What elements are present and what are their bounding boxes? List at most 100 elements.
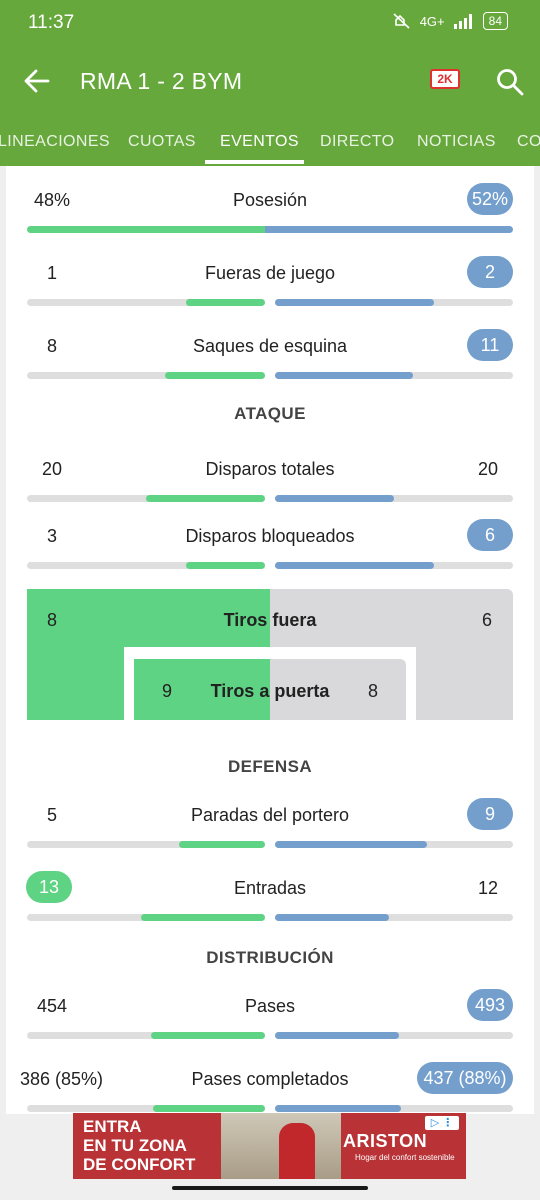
away-value: 20 xyxy=(477,459,499,479)
home-value: 386 (85%) xyxy=(20,1069,104,1089)
off-target-home-value: 8 xyxy=(47,610,58,630)
tab-directo[interactable]: DIRECTO xyxy=(320,133,395,151)
away-bar xyxy=(275,841,428,848)
toolbar: RMA 1 - 2 BYM 2K xyxy=(0,50,540,112)
away-value: 2 xyxy=(467,256,513,288)
away-value: 11 xyxy=(467,329,513,361)
stat-row-completed-passes: 386 (85%) Pases completados 437 (88%) xyxy=(6,1049,534,1113)
stat-label: Fueras de juego xyxy=(204,263,336,283)
stat-row-tackles: 13 Entradas 12 xyxy=(6,858,534,922)
away-track xyxy=(275,914,513,921)
away-track xyxy=(275,841,513,848)
ad-headline-line-2: EN TU ZONA xyxy=(83,1136,187,1155)
away-value: 9 xyxy=(467,798,513,830)
home-track xyxy=(27,495,265,502)
stat-row-corners: 8 Saques de esquina 11 xyxy=(6,316,534,380)
home-value: 5 xyxy=(46,805,57,825)
ad-banner[interactable]: ENTRA EN TU ZONA DE CONFORT ARISTON Hoga… xyxy=(73,1113,466,1179)
stat-row-possession: 48% Posesión 52% xyxy=(6,170,534,234)
on-target-label: Tiros a puerta xyxy=(210,681,330,701)
ad-photo xyxy=(221,1113,341,1179)
tab-noticias[interactable]: NOTICIAS xyxy=(417,133,496,151)
away-bar xyxy=(275,372,414,379)
home-bar xyxy=(153,1105,265,1112)
search-icon[interactable] xyxy=(494,66,526,98)
live-2k-badge: 2K xyxy=(430,69,460,89)
away-value: 12 xyxy=(477,878,499,898)
stat-label: Posesión xyxy=(232,190,308,210)
home-value: 20 xyxy=(41,459,63,479)
away-bar xyxy=(275,1105,402,1112)
away-track xyxy=(275,495,513,502)
stat-label: Pases completados xyxy=(191,1069,349,1089)
status-icons: 4G+ 84 xyxy=(392,12,508,30)
tab-lineaciones[interactable]: LINEACIONES xyxy=(0,133,110,151)
status-bar: 11:37 4G+ 84 xyxy=(0,0,540,46)
away-track xyxy=(275,1032,513,1039)
ad-headline-line-3: DE CONFORT xyxy=(83,1155,196,1174)
home-track xyxy=(27,914,265,921)
gesture-bar xyxy=(172,1186,368,1190)
app-header: 11:37 4G+ 84 RMA 1 - 2 BYM 2K LINEACIONE… xyxy=(0,0,540,166)
tab-indicator xyxy=(205,160,304,164)
away-value: 493 xyxy=(467,989,513,1021)
ad-tagline: Hogar del confort sostenible xyxy=(355,1153,455,1162)
ad-person-figure xyxy=(279,1123,315,1179)
home-value: 13 xyxy=(26,871,72,903)
home-bar xyxy=(179,841,265,848)
battery-icon: 84 xyxy=(482,12,508,30)
mute-icon xyxy=(393,13,410,29)
tab-more[interactable]: CO xyxy=(517,133,540,151)
status-time: 11:37 xyxy=(28,12,75,33)
home-bar xyxy=(27,226,265,233)
away-value: 52% xyxy=(467,183,513,215)
stat-label: Paradas del portero xyxy=(190,805,350,825)
away-track xyxy=(275,299,513,306)
home-value: 454 xyxy=(36,996,68,1016)
off-target-label: Tiros fuera xyxy=(223,610,317,630)
away-bar xyxy=(275,914,390,921)
home-track xyxy=(27,562,265,569)
stats-card: 48% Posesión 52% 1 Fueras de juego 2 8 S… xyxy=(6,166,534,1114)
home-bar xyxy=(141,914,265,921)
home-track xyxy=(27,1032,265,1039)
ad-choices-icon[interactable]: ▷ ⋮ xyxy=(425,1116,459,1130)
home-bar xyxy=(186,299,265,306)
back-arrow-icon[interactable] xyxy=(20,64,54,98)
away-value: 437 (88%) xyxy=(417,1062,513,1094)
home-track xyxy=(27,372,265,379)
stat-row-saves: 5 Paradas del portero 9 xyxy=(6,785,534,849)
home-bar xyxy=(150,1032,265,1039)
tab-cuotas[interactable]: CUOTAS xyxy=(128,133,196,151)
stat-label: Disparos totales xyxy=(205,459,335,479)
stat-label: Pases xyxy=(244,996,296,1016)
stat-row-total-shots: 20 Disparos totales 20 xyxy=(6,439,534,503)
stat-row-passes: 454 Pases 493 xyxy=(6,976,534,1040)
tab-eventos[interactable]: EVENTOS xyxy=(220,133,299,151)
away-track xyxy=(275,562,513,569)
away-bar xyxy=(265,226,513,233)
away-bar xyxy=(275,299,435,306)
away-bar xyxy=(275,1032,399,1039)
section-title-defense: DEFENSA xyxy=(227,757,313,776)
ad-brand: ARISTON xyxy=(343,1131,428,1151)
away-track xyxy=(275,1105,513,1112)
away-value: 6 xyxy=(467,519,513,551)
off-target-away-value: 6 xyxy=(482,610,493,630)
stat-row-offsides: 1 Fueras de juego 2 xyxy=(6,243,534,307)
section-title-distribution: DISTRIBUCIÓN xyxy=(206,948,334,967)
stat-label: Saques de esquina xyxy=(192,336,348,356)
home-track xyxy=(27,299,265,306)
signal-icon xyxy=(453,14,472,29)
live-2k-icon[interactable]: 2K xyxy=(430,69,462,95)
away-bar xyxy=(275,562,435,569)
stat-label: Entradas xyxy=(233,878,307,898)
home-bar xyxy=(186,562,265,569)
away-track xyxy=(275,372,513,379)
home-value: 1 xyxy=(46,263,57,283)
ad-headline-line-1: ENTRA xyxy=(83,1117,142,1136)
section-title-attack: ATAQUE xyxy=(234,404,306,423)
home-track xyxy=(27,1105,265,1112)
home-bar xyxy=(165,372,265,379)
stat-label: Disparos bloqueados xyxy=(185,526,355,546)
